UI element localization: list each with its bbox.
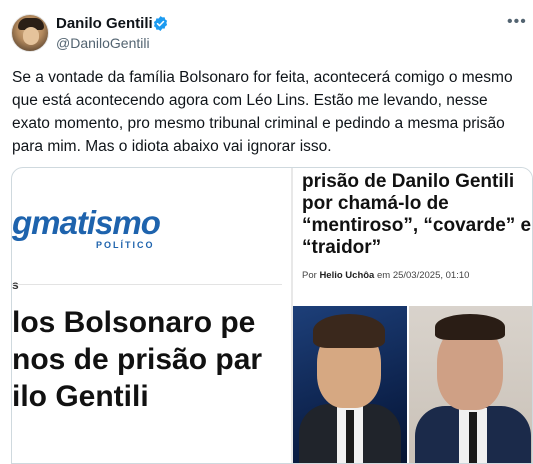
photo-tie <box>346 410 354 463</box>
article-headline-right: prisão de Danilo Gentili por chamá-lo de… <box>302 171 532 258</box>
article-headline-left: los Bolsonaro pe nos de prisão par ilo G… <box>12 306 263 413</box>
photo-hair-right <box>435 314 505 340</box>
tweet-text: Se a vontade da família Bolsonaro for fe… <box>12 69 513 155</box>
author-handle[interactable]: @DaniloGentili <box>56 35 150 51</box>
article-byline: Por Helio Uchôa em 25/03/2025, 01:10 <box>302 270 469 281</box>
byline-prefix: Por <box>302 270 317 281</box>
display-name[interactable]: Danilo Gentili <box>56 15 153 32</box>
photo-danilo <box>293 306 407 463</box>
byline-author: Helio Uchôa <box>319 270 375 281</box>
photo-tie-right <box>469 412 477 463</box>
category-snippet: s <box>12 278 19 292</box>
verified-badge-icon <box>153 16 168 31</box>
tweet-media-image[interactable]: gmatismo POLÍTICO s los Bolsonaro pe nos… <box>11 167 533 464</box>
more-options-icon[interactable]: ••• <box>507 14 526 33</box>
photo-hair <box>313 314 385 348</box>
media-right-panel: prisão de Danilo Gentili por chamá-lo de… <box>293 168 532 463</box>
photo-bolsonaro <box>409 306 532 463</box>
byline-date: em 25/03/2025, 01:10 <box>376 270 470 281</box>
site-logo-subtitle: POLÍTICO <box>96 240 155 250</box>
avatar-face <box>23 27 39 45</box>
site-logo: gmatismo <box>12 204 161 241</box>
divider <box>12 284 282 285</box>
avatar[interactable] <box>11 14 49 52</box>
